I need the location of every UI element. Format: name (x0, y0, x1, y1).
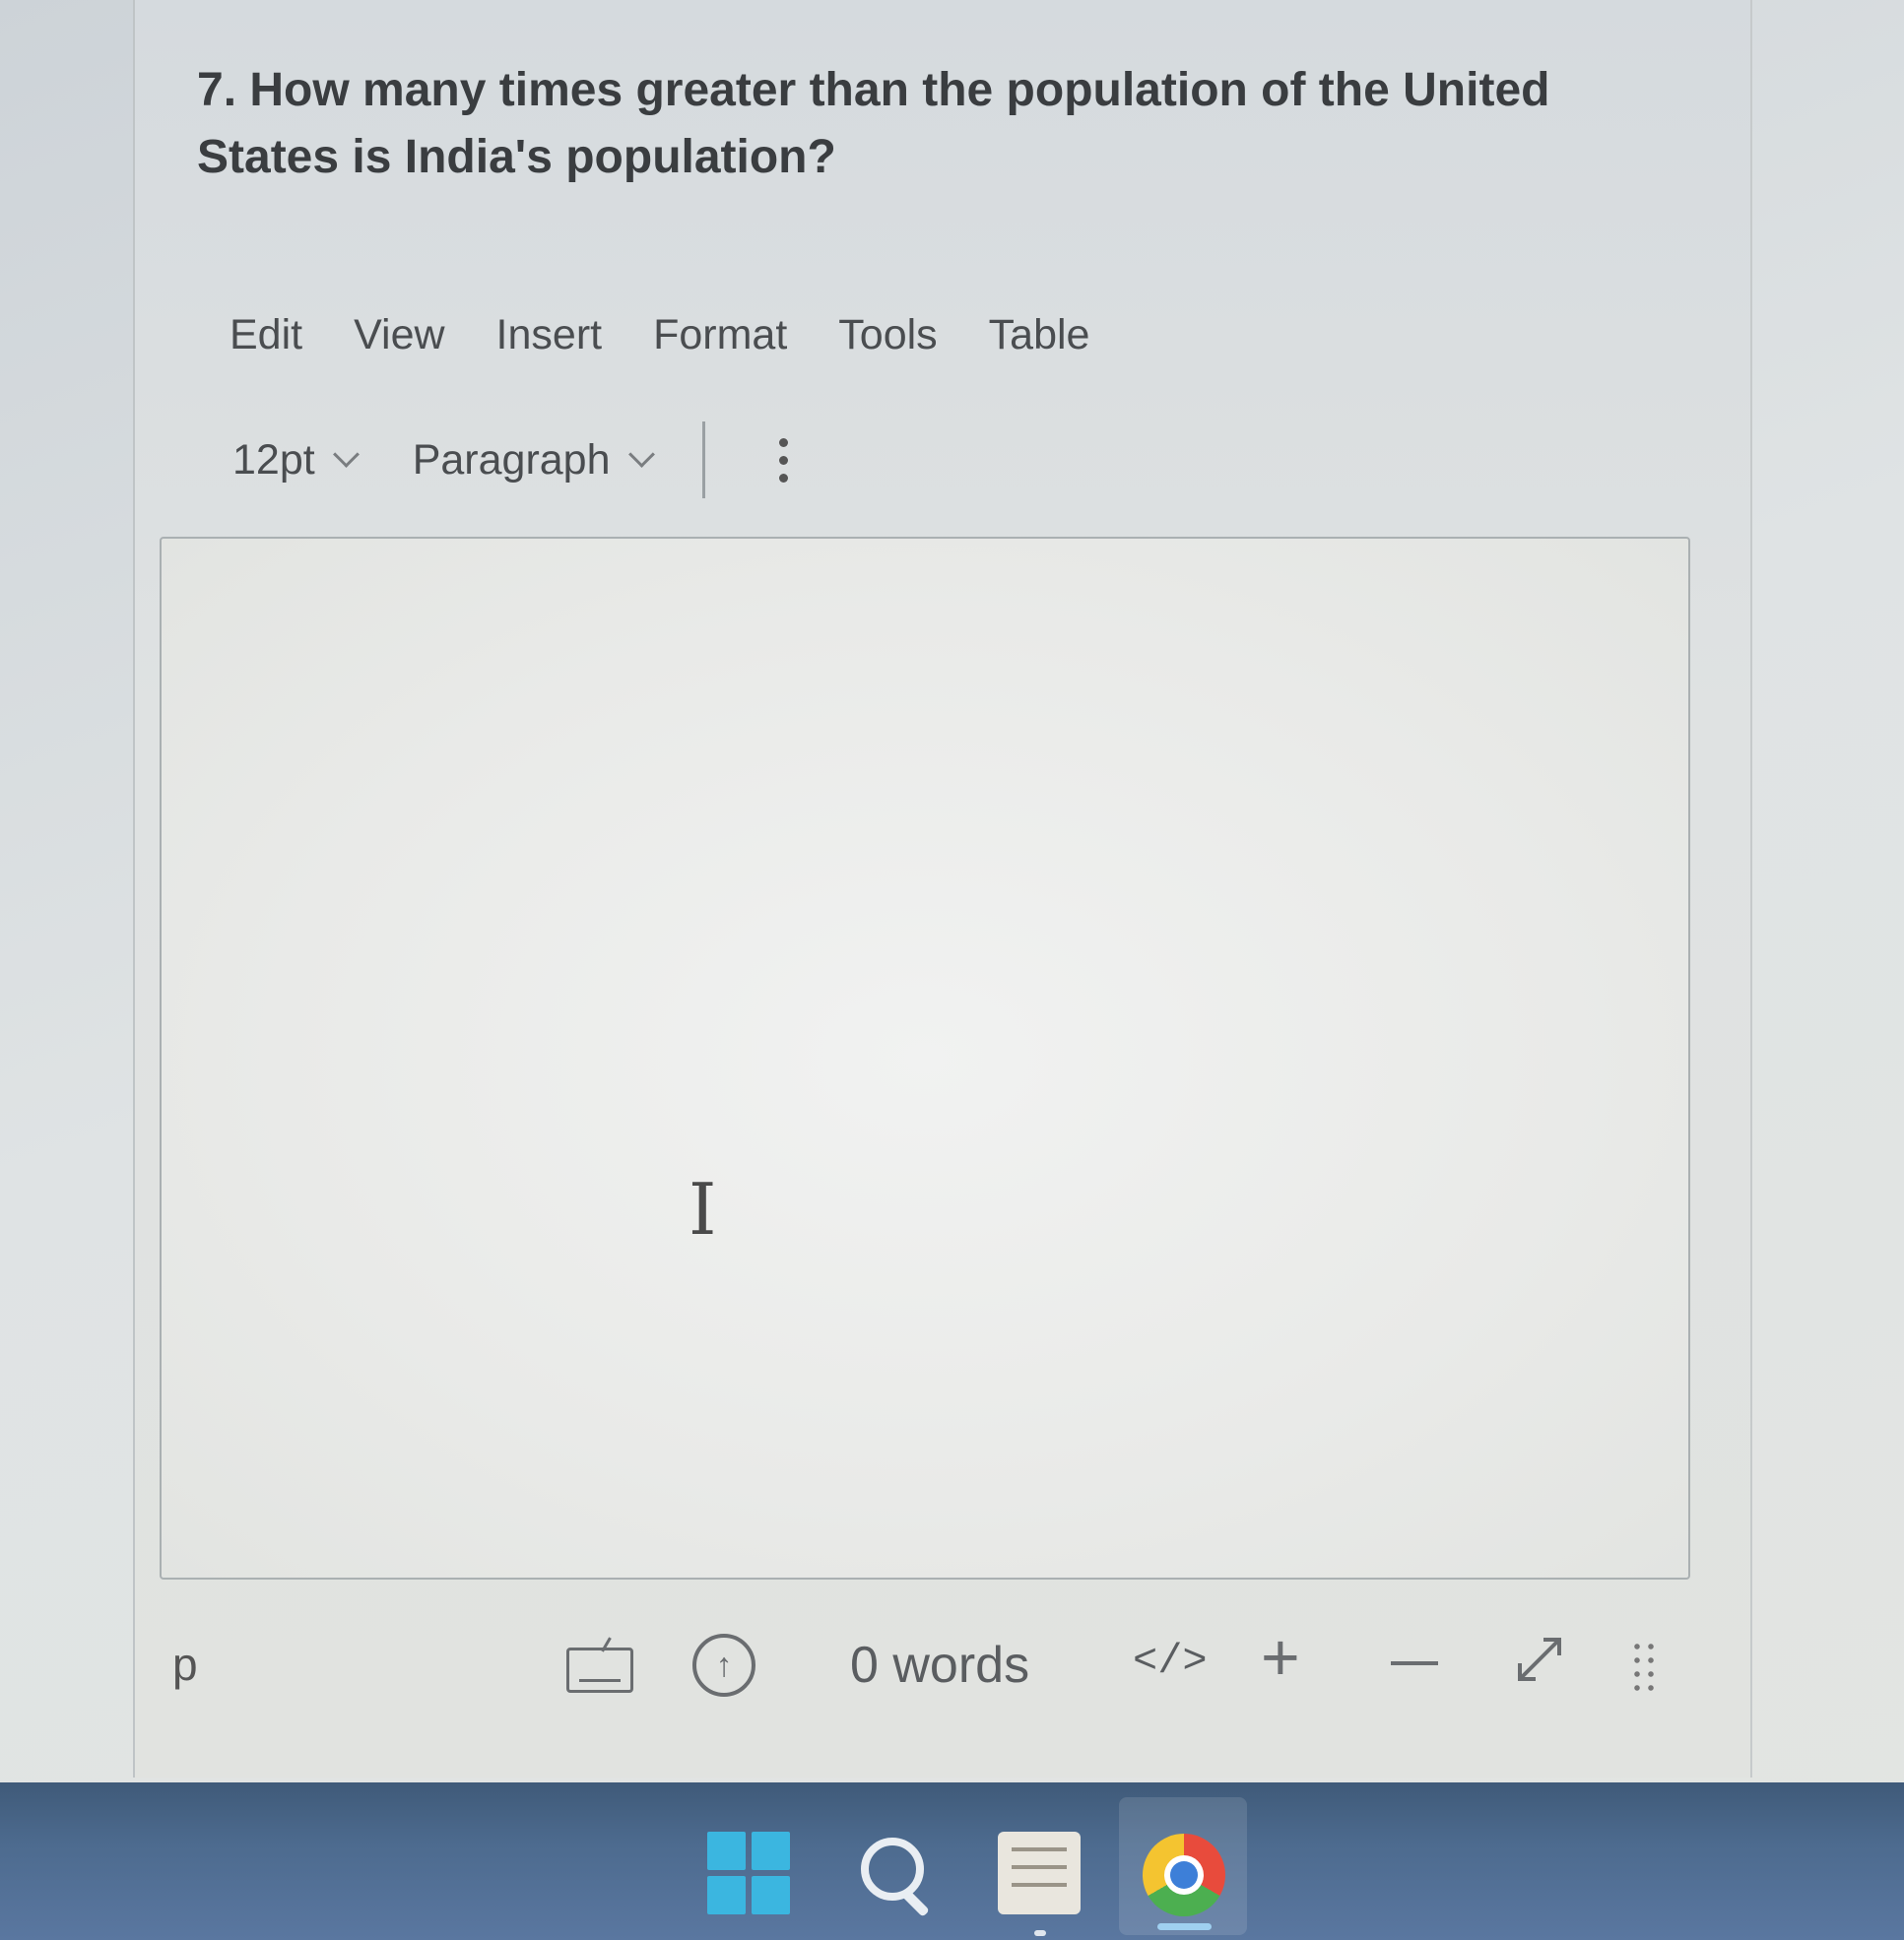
font-size-value: 12pt (232, 435, 315, 484)
menu-insert[interactable]: Insert (496, 305, 603, 364)
menu-view[interactable]: View (354, 305, 444, 364)
zoom-in-button[interactable]: + (1261, 1624, 1300, 1691)
accessibility-icon[interactable]: ↑ (692, 1634, 755, 1697)
app-icon[interactable] (998, 1832, 1081, 1914)
editor-statusbar: p ↑ 0 words </> + (172, 1624, 1689, 1709)
more-options-icon[interactable] (778, 437, 788, 483)
zoom-out-button[interactable] (1391, 1661, 1438, 1665)
block-format-dropdown[interactable]: Paragraph (412, 435, 655, 485)
editor-toolbar: 12pt Paragraph (232, 421, 788, 498)
html-editor-button[interactable]: </> (1133, 1638, 1208, 1685)
element-path[interactable]: p (172, 1638, 198, 1691)
rich-text-editor-area[interactable]: I (160, 537, 1690, 1580)
block-format-value: Paragraph (412, 435, 611, 484)
editor-menubar: Edit View Insert Format Tools Table (230, 305, 1141, 364)
toolbar-divider (701, 421, 705, 498)
text-cursor-ibeam-icon: I (689, 1168, 717, 1251)
chevron-down-icon (627, 440, 655, 468)
question-text: 7. How many times greater than the popul… (197, 64, 1550, 183)
menu-format[interactable]: Format (653, 305, 787, 364)
search-icon[interactable] (855, 1832, 938, 1917)
expand-diagonal-icon[interactable] (1510, 1630, 1569, 1689)
app-running-indicator (1034, 1930, 1046, 1936)
chrome-running-indicator (1157, 1923, 1212, 1930)
menu-edit[interactable]: Edit (230, 305, 302, 364)
taskbar (0, 1782, 1904, 1940)
menu-table[interactable]: Table (989, 305, 1090, 364)
keyboard-icon[interactable] (566, 1637, 633, 1693)
menu-tools[interactable]: Tools (838, 305, 937, 364)
word-count[interactable]: 0 words (850, 1636, 1029, 1695)
chevron-down-icon (332, 440, 360, 468)
resize-grip-icon[interactable] (1630, 1640, 1658, 1695)
font-size-dropdown[interactable]: 12pt (232, 435, 360, 485)
chrome-icon[interactable] (1143, 1834, 1225, 1916)
windows-start-icon[interactable] (707, 1832, 790, 1914)
